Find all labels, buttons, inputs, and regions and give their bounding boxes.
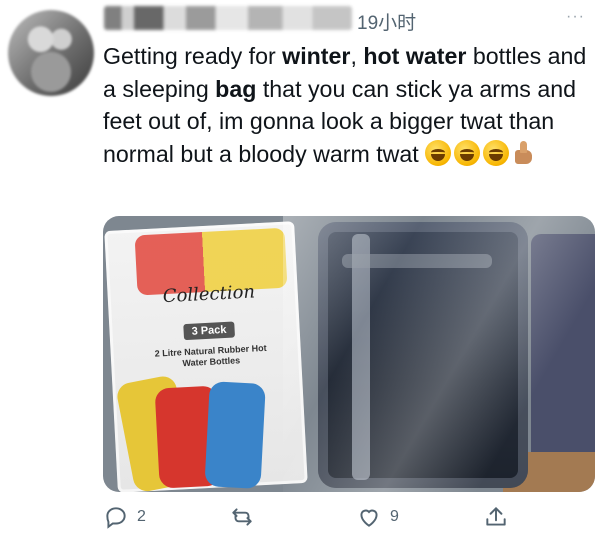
text-part: Getting ready for — [103, 43, 283, 69]
reply-button[interactable]: 2 — [103, 504, 146, 530]
tweet-timestamp[interactable]: 19小时 — [357, 8, 416, 35]
text-part-bold: winter — [282, 43, 351, 69]
rofl-emoji-icon — [483, 139, 510, 166]
reply-count: 2 — [137, 508, 146, 525]
tweet-text: Getting ready for winter, hot water bott… — [103, 40, 593, 170]
text-part: , — [350, 43, 364, 69]
tweet-photo[interactable]: Collection 3 Pack 2 Litre Natural Rubber… — [103, 216, 595, 492]
emoji-row — [425, 139, 534, 166]
tweet-actions: 2 9 — [103, 504, 599, 540]
like-button[interactable]: 9 — [356, 504, 399, 530]
plastic-wrap-sheen — [283, 216, 595, 492]
text-part-bold: hot water — [363, 43, 467, 69]
pack-count-label: 3 Pack — [183, 321, 235, 341]
like-count: 9 — [390, 508, 399, 525]
avatar[interactable] — [8, 10, 94, 96]
heart-icon — [360, 509, 378, 527]
share-button[interactable] — [483, 504, 509, 530]
author-name-blurred[interactable] — [104, 6, 352, 30]
hot-water-bottle-pack: Collection 3 Pack 2 Litre Natural Rubber… — [104, 221, 308, 492]
pack-brand-logo: Collection — [162, 281, 256, 308]
thumbs-up-emoji-icon — [512, 140, 534, 166]
pack-description: 2 Litre Natural Rubber Hot Water Bottles — [154, 342, 267, 369]
more-options-icon[interactable]: ··· — [566, 8, 585, 26]
retweet-icon — [232, 508, 252, 526]
text-part-bold: bag — [215, 75, 257, 102]
rofl-emoji-icon — [454, 139, 481, 166]
retweet-button[interactable] — [229, 504, 263, 530]
rofl-emoji-icon — [425, 139, 452, 166]
blue-bottle — [204, 381, 266, 489]
share-icon — [486, 507, 506, 526]
reply-icon — [106, 507, 126, 529]
